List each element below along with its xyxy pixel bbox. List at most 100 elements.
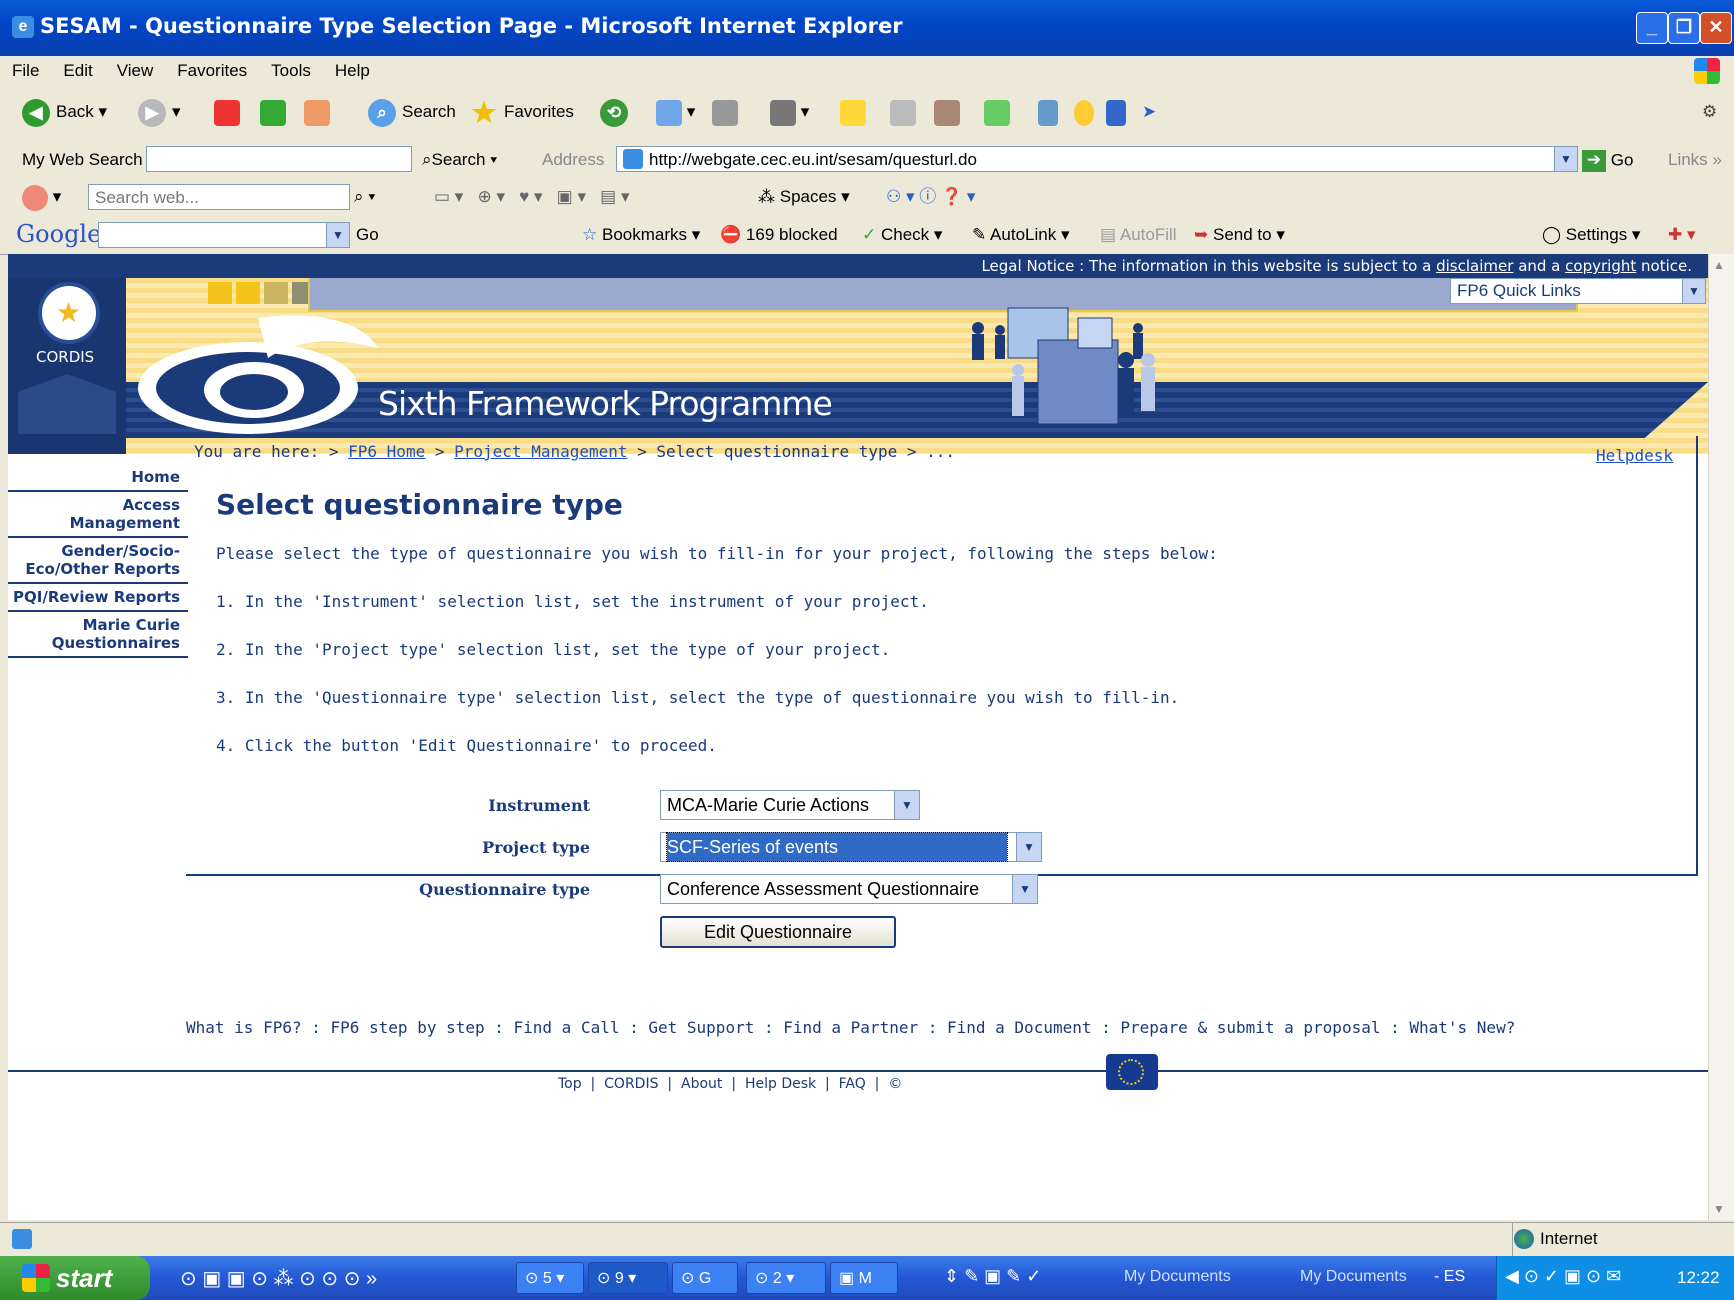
chevron-down-icon[interactable]: ▼ — [1682, 279, 1705, 303]
notes-button[interactable] — [840, 98, 866, 126]
messenger-button[interactable] — [984, 98, 1010, 126]
menu-view[interactable]: View — [105, 56, 166, 86]
menu-edit[interactable]: Edit — [51, 56, 104, 86]
autolink-button[interactable]: ✎ AutoLink ▾ — [972, 222, 1069, 248]
smiley-button[interactable] — [1074, 98, 1094, 126]
step-4-text: 4. Click the button 'Edit Questionnaire'… — [216, 736, 717, 755]
sidebar-item-access-management[interactable]: Access Management — [8, 490, 188, 538]
copyright-link[interactable]: copyright — [1565, 257, 1636, 275]
web-search-button[interactable]: ⌕ ▾ — [354, 184, 375, 210]
home-button[interactable] — [304, 98, 330, 126]
bookmarks-button[interactable]: ☆ Bookmarks ▾ — [582, 222, 700, 248]
menu-help[interactable]: Help — [323, 56, 382, 86]
instrument-select[interactable]: MCA-Marie Curie Actions ▼ — [660, 790, 920, 820]
menu-tools[interactable]: Tools — [259, 56, 323, 86]
taskbar-button-firefox[interactable]: ⊙ G — [672, 1262, 738, 1294]
research-button[interactable] — [934, 98, 960, 126]
footer-copyright-link[interactable]: © — [888, 1076, 902, 1092]
breadcrumb-project-management[interactable]: Project Management — [454, 442, 627, 461]
edit-questionnaire-button[interactable]: Edit Questionnaire — [660, 916, 896, 948]
footer-links[interactable]: What is FP6? : FP6 step by step : Find a… — [186, 1018, 1515, 1037]
edit-button[interactable]: ▾ — [770, 98, 809, 126]
eu-flag-icon — [1106, 1054, 1158, 1090]
spaces-button[interactable]: ⁂ Spaces ▾ — [758, 184, 850, 210]
messenger-icon — [984, 99, 1010, 126]
taskbar-button-acrobat[interactable]: ⊙ 2 ▾ — [746, 1262, 826, 1294]
menu-file[interactable]: File — [0, 56, 51, 86]
page-content: ★ CORDIS Sixth Framework Programme Legal… — [8, 254, 1708, 1220]
scroll-up-icon[interactable]: ▲ — [1713, 258, 1725, 272]
minimize-button[interactable]: _ — [1636, 12, 1668, 44]
search-button[interactable]: ⌕ Search — [368, 98, 456, 127]
instrument-label: Instrument — [488, 796, 590, 815]
popup-blocker[interactable]: ⛔ 169 blocked — [720, 222, 838, 248]
page-icon — [623, 149, 643, 169]
deskbar-mydocs-1[interactable]: My Documents — [1124, 1268, 1231, 1286]
clock: 12:22 — [1677, 1268, 1720, 1287]
chevron-down-icon[interactable]: ▼ — [1016, 833, 1041, 861]
scroll-down-icon[interactable]: ▼ — [1713, 1202, 1725, 1216]
quick-launch[interactable]: ⊙ ▣ ▣ ⊙ ⁂ ⊙ ⊙ ⊙ » — [180, 1266, 377, 1291]
toolbar-icons-group[interactable]: ▭ ▾ ⊕ ▾ ♥ ▾ ▣ ▾ ▤ ▾ — [434, 184, 629, 210]
chevron-down-icon[interactable]: ▼ — [894, 791, 919, 819]
toolbar-extra[interactable]: ⚙ — [1702, 98, 1717, 126]
restore-button[interactable]: ❐ — [1668, 12, 1700, 44]
deskbar-mydocs-2[interactable]: My Documents — [1300, 1268, 1407, 1286]
favorites-button[interactable]: ★ Favorites — [470, 98, 573, 127]
footer-cordis-link[interactable]: CORDIS — [604, 1076, 658, 1092]
fp6-quick-links-select[interactable]: FP6 Quick Links ▼ — [1450, 278, 1706, 304]
forward-button[interactable]: ▶ ▾ — [138, 98, 181, 127]
footer-faq-link[interactable]: FAQ — [839, 1076, 866, 1092]
go-button[interactable]: ➔ Go — [1582, 150, 1633, 172]
tray-icons[interactable]: ◀ ⊙ ✓ ▣ ⊙ ✉ — [1505, 1266, 1621, 1287]
autofill-button[interactable]: ▤ AutoFill — [1100, 222, 1177, 248]
settings-button[interactable]: ◯ Settings ▾ — [1542, 222, 1640, 248]
sidebar-item-pqi-reports[interactable]: PQI/Review Reports — [8, 584, 188, 612]
sidebar-item-marie-curie[interactable]: Marie Curie Questionnaires — [8, 612, 188, 658]
sidebar-item-home[interactable]: Home — [8, 454, 188, 490]
print-button[interactable] — [712, 98, 738, 126]
ie-extra-button[interactable] — [1038, 98, 1058, 126]
my-web-search-input[interactable] — [146, 146, 412, 172]
cursor-button[interactable]: ➤ — [1142, 98, 1156, 126]
questionnaire-type-select[interactable]: Conference Assessment Questionnaire ▼ — [660, 874, 1038, 904]
footer-about-link[interactable]: About — [681, 1076, 722, 1092]
back-button[interactable]: ◀ Back ▾ — [22, 98, 107, 127]
taskbar-button-folder[interactable]: ▣ M — [830, 1262, 898, 1294]
screen-button[interactable] — [1106, 98, 1126, 126]
menu-favorites[interactable]: Favorites — [165, 56, 259, 86]
history-button[interactable]: ⟲ — [600, 98, 634, 127]
taskbar-tools[interactable]: ⇕ ✎ ▣ ✎ ✓ — [944, 1266, 1041, 1287]
address-input[interactable]: http://webgate.cec.eu.int/sesam/questurl… — [616, 146, 1578, 172]
helpdesk-link[interactable]: Helpdesk — [1596, 446, 1673, 465]
deskbar-es[interactable]: - ES — [1434, 1268, 1465, 1286]
stop-button[interactable] — [214, 98, 240, 126]
toolbar-logo-button[interactable]: ▾ — [22, 184, 61, 211]
footer-helpdesk-link[interactable]: Help Desk — [745, 1076, 816, 1092]
breadcrumb-fp6-home[interactable]: FP6 Home — [348, 442, 425, 461]
refresh-button[interactable] — [260, 98, 286, 126]
web-search-input[interactable]: Search web... — [88, 184, 350, 210]
address-dropdown[interactable]: ▼ — [1554, 147, 1577, 171]
chevron-down-icon[interactable]: ▼ — [1012, 875, 1037, 903]
spellcheck-button[interactable]: ✓ Check ▾ — [862, 222, 942, 248]
footer-top-link[interactable]: Top — [558, 1076, 582, 1092]
vertical-scrollbar[interactable]: ▲ ▼ — [1708, 254, 1734, 1220]
taskbar-button-outlook[interactable]: ⊙ 5 ▾ — [516, 1262, 584, 1294]
sidebar-item-gender-reports[interactable]: Gender/Socio-Eco/Other Reports — [8, 538, 188, 584]
mail-button[interactable]: ▾ — [656, 98, 695, 126]
close-button[interactable]: ✕ — [1700, 12, 1732, 44]
google-search-input[interactable]: ▼ — [98, 222, 350, 248]
toolbar-icons-group-2[interactable]: ⚇ ▾ ⓘ ❓ ▾ — [886, 184, 975, 210]
project-type-select[interactable]: SCF-Series of events ▼ — [660, 832, 1042, 862]
taskbar-button-ie[interactable]: ⊙ 9 ▾ — [588, 1262, 668, 1294]
my-web-search-button[interactable]: ⌕Search ▾ — [422, 150, 497, 170]
forward-arrow-icon: ▶ — [138, 98, 166, 127]
extra-button[interactable]: ✚ ▾ — [1668, 222, 1696, 248]
google-dropdown[interactable]: ▼ — [326, 223, 349, 247]
disclaimer-link[interactable]: disclaimer — [1436, 257, 1513, 275]
calc-button[interactable] — [890, 98, 916, 126]
sendto-button[interactable]: ➥ Send to ▾ — [1194, 222, 1285, 248]
google-go-button[interactable]: Go — [356, 222, 379, 248]
links-button[interactable]: Links » — [1668, 150, 1722, 170]
